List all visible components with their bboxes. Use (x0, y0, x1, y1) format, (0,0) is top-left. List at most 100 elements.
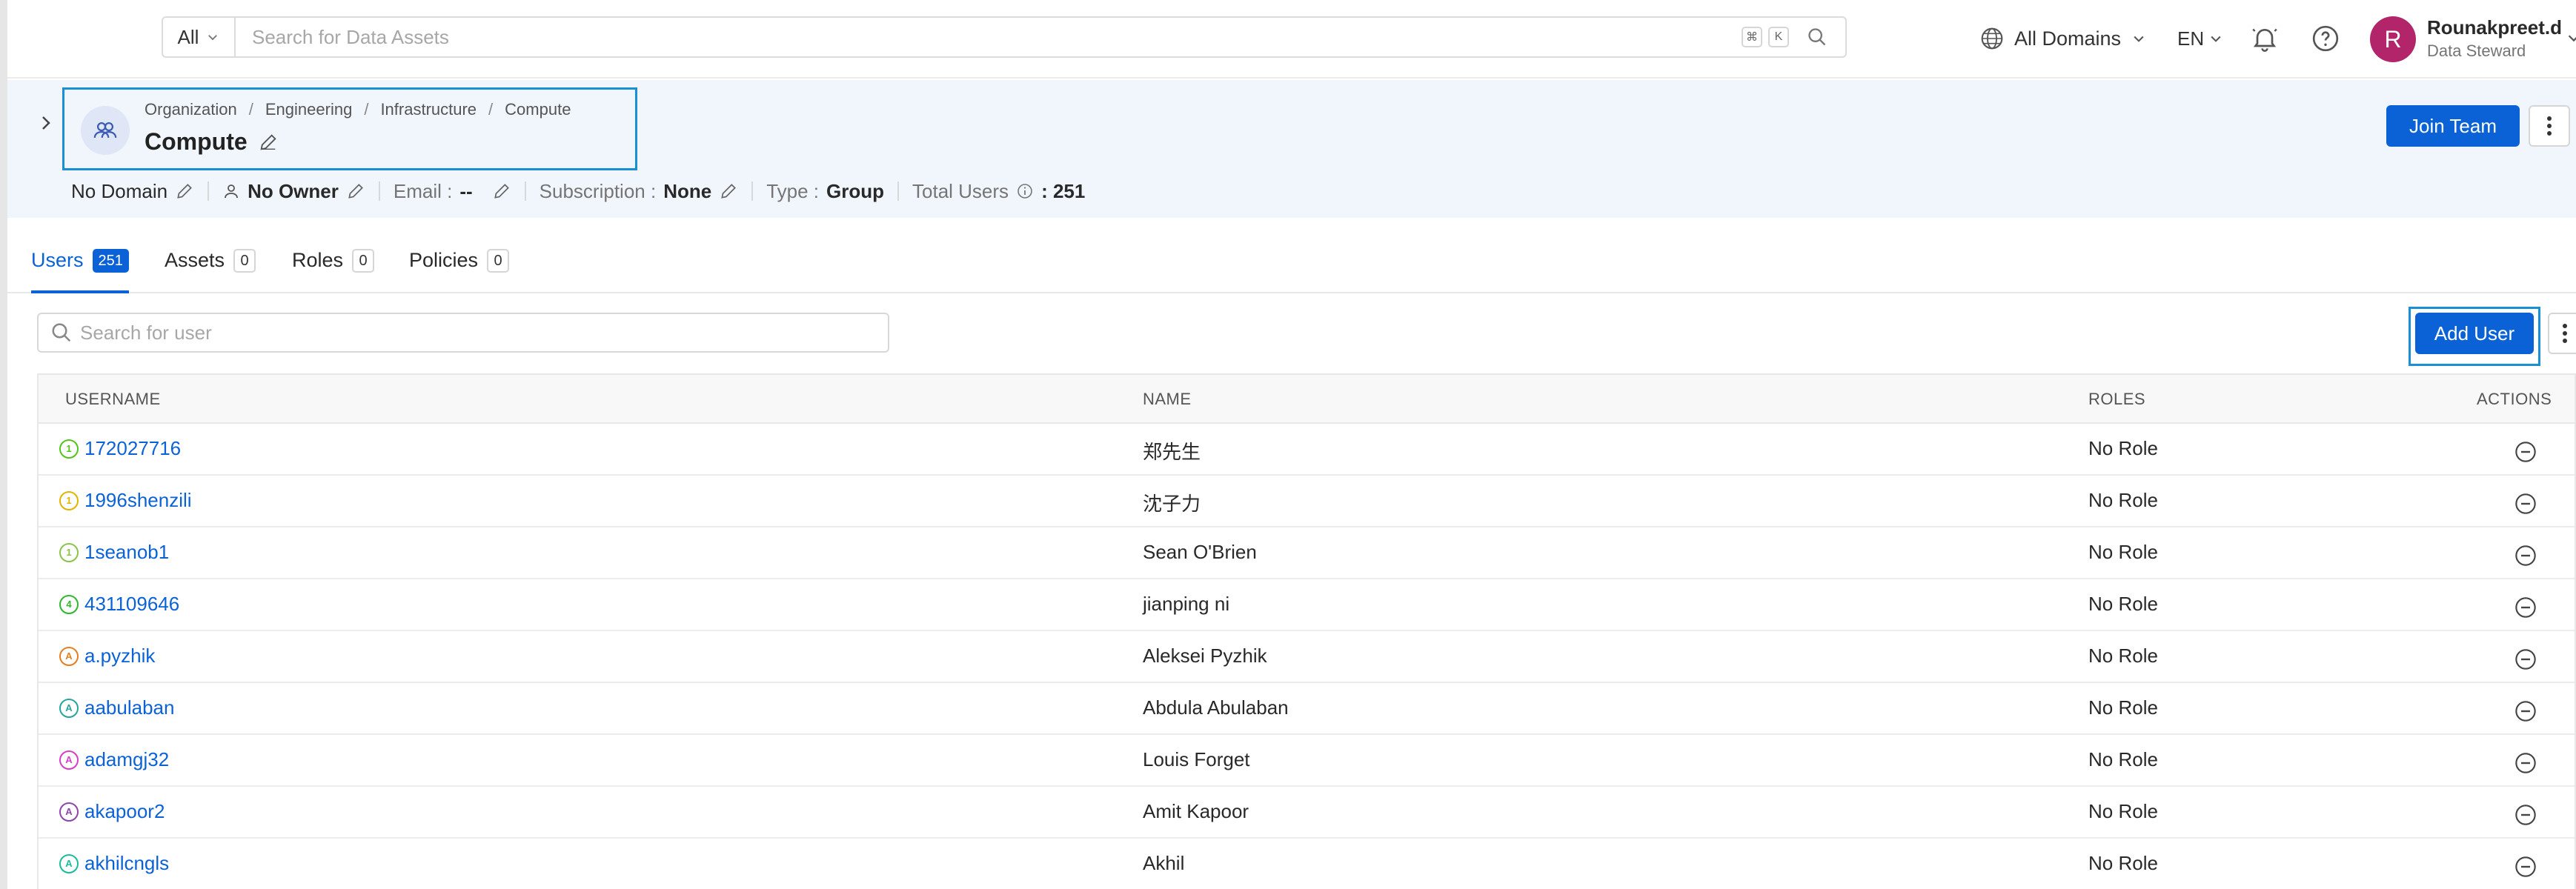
role-cell: No Role (2088, 852, 2158, 874)
remove-user-icon[interactable] (2514, 855, 2537, 879)
meta-divider (378, 182, 380, 201)
team-tabs: Users 251 Assets 0 Roles 0 Policies 0 (7, 219, 2576, 293)
user-initial-badge: A (59, 646, 79, 666)
user-initial-badge: A (59, 853, 79, 873)
username-cell: Aaabulaban (59, 696, 174, 719)
role-cell: No Role (2088, 593, 2158, 615)
name-cell: Louis Forget (1143, 748, 1250, 770)
remove-user-icon[interactable] (2514, 699, 2537, 723)
name-cell: Akhil (1143, 852, 1185, 874)
remove-user-icon[interactable] (2514, 544, 2537, 567)
more-options-icon[interactable] (2529, 105, 2570, 147)
domain-selector-label: All Domains (2014, 27, 2122, 50)
username-cell: 1 172027716 (59, 437, 181, 460)
edit-icon[interactable] (492, 182, 511, 201)
role-cell: No Role (2088, 541, 2158, 563)
domain-selector[interactable]: All Domains (1980, 21, 2146, 56)
username-cell: Aakhilcngls (59, 852, 169, 875)
name-cell: Aleksei Pyzhik (1143, 645, 1267, 667)
users-table: USERNAME NAME ROLES ACTIONS 1 172027716 郑先… (37, 373, 2576, 889)
username-cell: 1 1996shenzili (59, 489, 192, 512)
info-icon[interactable] (1016, 182, 1034, 200)
remove-user-icon[interactable] (2514, 751, 2537, 775)
table-row: Aaabulaban Abdula Abulaban No Role (39, 683, 2575, 735)
username-link[interactable]: 431109646 (84, 593, 179, 616)
breadcrumb-item[interactable]: Infrastructure (380, 100, 477, 119)
user-initial-badge: A (59, 698, 79, 718)
username-link[interactable]: 172027716 (84, 437, 181, 460)
edit-icon[interactable] (346, 182, 365, 201)
chevron-down-icon (2211, 36, 2221, 42)
email-meta: Email : -- (394, 180, 511, 203)
remove-user-icon[interactable] (2514, 596, 2537, 619)
tab-assets[interactable]: Assets 0 (165, 249, 256, 293)
role-cell: No Role (2088, 696, 2158, 719)
table-row: Aa.pyzhik Aleksei Pyzhik No Role (39, 631, 2575, 683)
user-initial-badge: 1 (59, 542, 79, 562)
help-icon[interactable] (2311, 24, 2340, 53)
column-header-roles: ROLES (2088, 390, 2146, 408)
breadcrumb-item[interactable]: Compute (505, 100, 571, 119)
globe-icon (1981, 27, 2003, 50)
name-cell: 沈子力 (1143, 493, 1201, 515)
breadcrumb-item[interactable]: Engineering (265, 100, 352, 119)
chevron-down-icon[interactable] (2566, 30, 2576, 46)
language-selector[interactable]: EN (2177, 21, 2223, 56)
tab-policies[interactable]: Policies 0 (409, 249, 510, 293)
breadcrumb-item[interactable]: Organization (145, 100, 237, 119)
search-scope-label: All (177, 25, 199, 48)
username-cell: Aadamgj32 (59, 748, 169, 771)
search-icon[interactable] (1802, 22, 1832, 52)
user-name[interactable]: Rounakpreet.d (2427, 16, 2562, 39)
join-team-button[interactable]: Join Team (2386, 105, 2520, 147)
username-link[interactable]: 1996shenzili (84, 489, 192, 512)
username-link[interactable]: akapoor2 (84, 800, 165, 823)
total-users-value: : 251 (1041, 179, 1086, 202)
user-search-input[interactable] (73, 314, 888, 351)
domain-meta: No Domain (71, 180, 194, 203)
role-cell: No Role (2088, 437, 2158, 459)
avatar[interactable]: R (2370, 16, 2416, 62)
username-link[interactable]: aabulaban (84, 696, 174, 719)
username-cell: Aa.pyzhik (59, 645, 155, 667)
username-link[interactable]: 1seanob1 (84, 541, 169, 564)
role-cell: No Role (2088, 489, 2158, 511)
breadcrumb-separator: / (364, 100, 369, 119)
name-cell: 郑先生 (1143, 441, 1201, 463)
tab-count-badge: 251 (92, 249, 129, 273)
remove-user-icon[interactable] (2514, 440, 2537, 464)
more-options-icon[interactable] (2548, 313, 2576, 354)
user-initial-badge: 4 (59, 594, 79, 614)
total-users-label: Total Users (912, 179, 1009, 202)
edit-icon[interactable] (258, 132, 279, 153)
user-icon (225, 184, 238, 199)
tab-label: Assets (165, 249, 225, 271)
edit-icon[interactable] (719, 182, 738, 201)
app-root: All ⌘ K All Domains EN R Rounakpreet.d (0, 0, 2576, 889)
remove-user-icon[interactable] (2514, 803, 2537, 827)
column-header-actions: ACTIONS (2477, 390, 2552, 408)
tab-label: Policies (409, 249, 479, 271)
shortcut-cmd-key: ⌘ (1742, 27, 1762, 47)
team-name: Compute (145, 128, 248, 155)
remove-user-icon[interactable] (2514, 647, 2537, 671)
owner-meta: No Owner (222, 180, 365, 203)
username-link[interactable]: a.pyzhik (84, 645, 155, 667)
email-label: Email : (393, 179, 453, 202)
username-link[interactable]: adamgj32 (84, 748, 169, 771)
username-link[interactable]: akhilcngls (84, 852, 169, 875)
edit-icon[interactable] (175, 182, 194, 201)
search-input[interactable] (236, 18, 1742, 56)
bell-icon[interactable] (2250, 24, 2280, 53)
tab-roles[interactable]: Roles 0 (292, 249, 375, 293)
tab-users[interactable]: Users 251 (31, 249, 129, 293)
remove-user-icon[interactable] (2514, 492, 2537, 516)
search-scope-select[interactable]: All (163, 18, 236, 56)
role-cell: No Role (2088, 748, 2158, 770)
tab-count-badge: 0 (233, 249, 256, 273)
breadcrumb-separator: / (248, 100, 253, 119)
add-user-button[interactable]: Add User (2415, 313, 2534, 354)
type-meta: Type : Group (766, 180, 884, 203)
user-search (37, 313, 889, 353)
chevron-right-icon[interactable] (37, 114, 55, 132)
